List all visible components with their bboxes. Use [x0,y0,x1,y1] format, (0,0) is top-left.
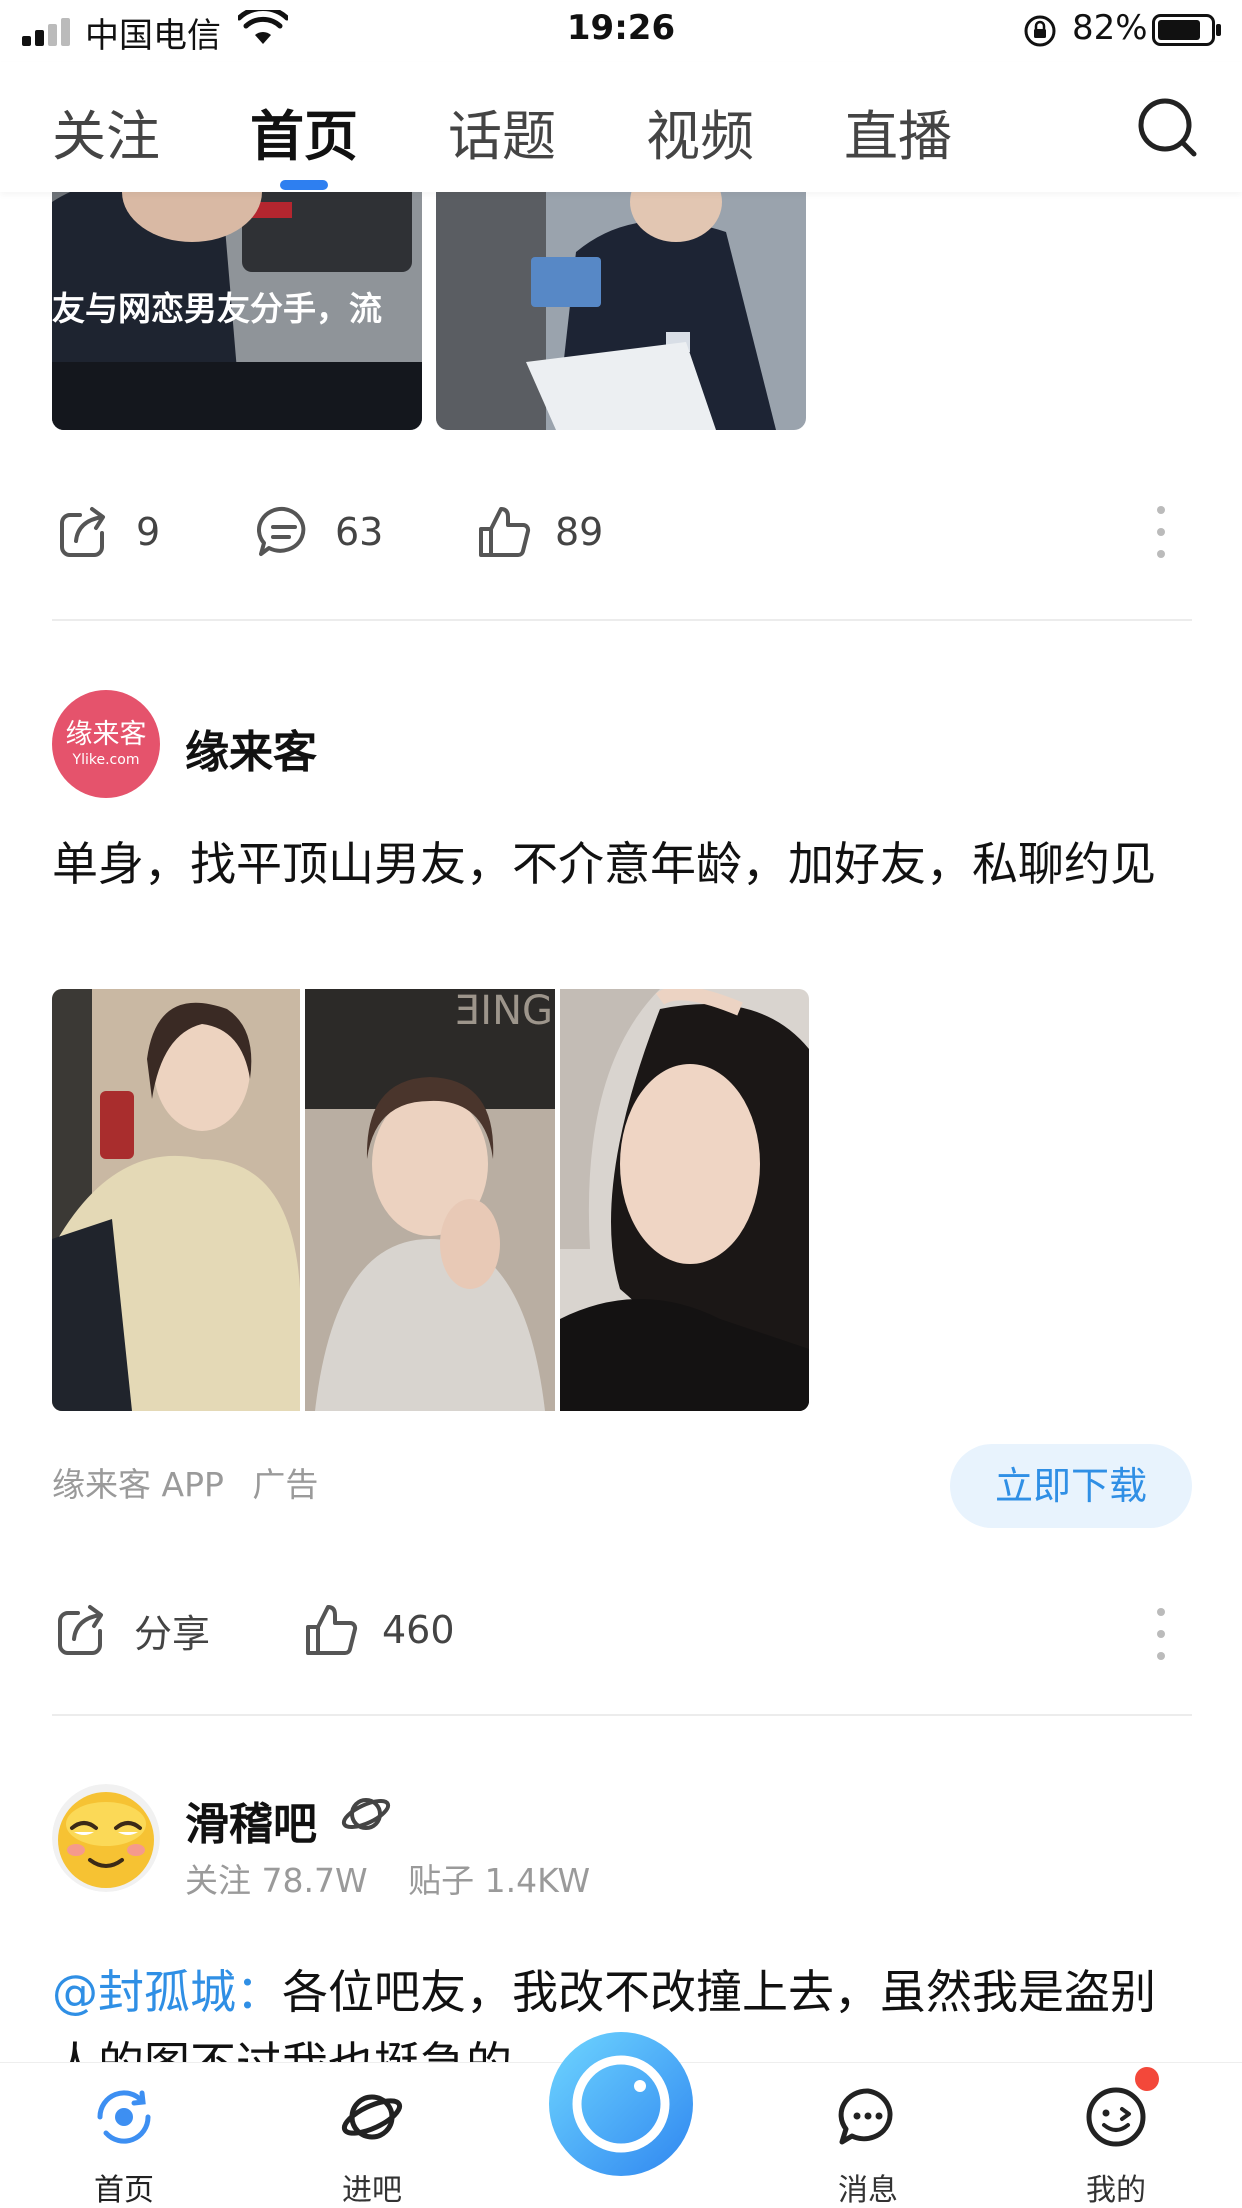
tab-home[interactable]: 首页 [250,92,358,171]
police-photo [436,192,806,430]
more-options-icon[interactable] [1154,1604,1168,1664]
post-actions: 9 63 89 [0,492,1242,572]
face-icon [1086,2087,1146,2147]
camera-button[interactable] [545,2028,697,2180]
post-image-2[interactable] [436,192,806,430]
comment-icon [257,506,306,556]
like-button[interactable]: 460 [302,1602,455,1658]
like-count: 460 [382,1608,455,1652]
tab-label: 进吧 [342,2173,402,2208]
avatar-logo-text: 缘来客 [65,719,147,750]
ad-author-name[interactable]: 缘来客 [185,716,317,780]
share-count: 9 [136,510,161,554]
ad-text: 单身，找平顶山男友，不介意年龄，加好友，私聊约见 [52,837,1156,891]
ad-source: 缘来客 APP [52,1465,224,1504]
share-icon [58,1605,103,1655]
tab-home[interactable]: 首页 [44,2085,204,2208]
divider [52,619,1192,621]
tab-enter-forum[interactable]: 进吧 [292,2085,452,2208]
notification-badge [1135,2067,1159,2091]
forum-avatar[interactable] [52,1784,160,1892]
ad-meta: 缘来客 APP 广告 [52,1458,318,1506]
mention-link[interactable]: @封孤城： [52,1965,282,2019]
thumbs-up-icon [479,507,531,557]
selfie-photo [52,989,300,1411]
thumbs-up-icon [306,1605,358,1655]
tab-follow[interactable]: 关注 [52,92,160,171]
ad-actions: 分享 460 [0,1590,1242,1670]
tab-label: 我的 [1086,2173,1146,2208]
like-button[interactable]: 89 [475,504,603,560]
like-count: 89 [555,510,604,554]
battery-percent: 82% [1072,8,1148,48]
ad-avatar[interactable]: 缘来客 Ylike.com [52,690,160,798]
comment-button[interactable]: 63 [255,504,383,560]
rotation-lock-icon [1024,15,1056,47]
comment-count: 63 [335,510,384,554]
forum-stats: 关注 78.7W 贴子 1.4KW [185,1854,590,1902]
share-button[interactable]: 分享 [54,1602,210,1658]
search-icon[interactable] [1134,94,1200,160]
top-nav: 关注 首页 话题 视频 直播 [0,62,1242,192]
planet-badge-icon [341,1798,391,1830]
ad-photo-3[interactable] [560,989,809,1411]
svg-text:ƎING: ƎING [455,989,553,1034]
tab-label: 首页 [94,2173,154,2208]
post-count: 贴子 1.4KW [408,1861,591,1900]
home-icon [97,2090,151,2144]
ad-label: 广告 [252,1465,319,1504]
planet-icon [341,2094,403,2140]
tab-topics[interactable]: 话题 [448,92,556,171]
tab-video[interactable]: 视频 [646,92,754,171]
tab-label: 消息 [838,2173,898,2208]
selfie-photo [560,989,809,1411]
share-icon [60,507,105,557]
active-tab-indicator [280,180,328,190]
ad-photo-1[interactable] [52,989,300,1411]
feed: 友与网恋男友分手，流 9 63 89 缘来客 Ylike.com 缘来客 单身，… [0,192,1242,2062]
forum-name[interactable]: 滑稽吧 [185,1788,317,1852]
more-options-icon[interactable] [1154,502,1168,562]
ad-photo-2[interactable]: ƎING [305,989,555,1411]
battery-icon [1152,14,1221,46]
share-label: 分享 [134,1611,211,1656]
tab-live[interactable]: 直播 [844,92,952,171]
download-button[interactable]: 立即下载 [950,1444,1192,1528]
follow-count: 关注 78.7W [185,1861,368,1900]
message-icon [838,2088,893,2145]
image-caption: 友与网恋男友分手，流 [52,289,382,328]
avatar-logo-subtext: Ylike.com [72,752,140,768]
share-button[interactable]: 9 [56,504,160,560]
divider [52,1714,1192,1716]
tab-messages[interactable]: 消息 [788,2085,948,2208]
post-image-1[interactable]: 友与网恋男友分手，流 [52,192,422,430]
tab-mine[interactable]: 我的 [1036,2085,1196,2208]
selfie-photo: ƎING [305,989,555,1411]
status-bar: 中国电信 19:26 82% [0,0,1242,62]
